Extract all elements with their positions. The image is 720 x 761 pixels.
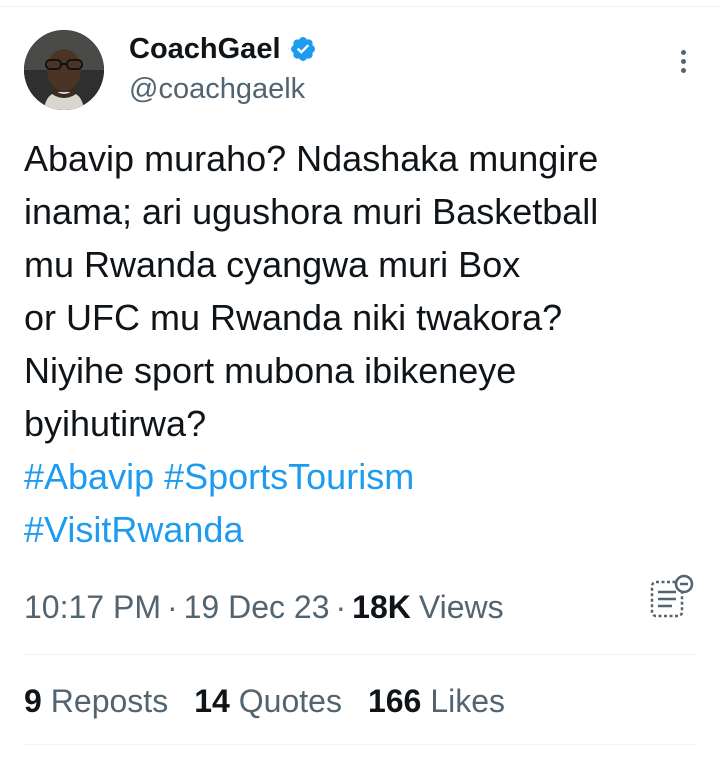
likes-count: 166 — [367, 682, 422, 719]
handle[interactable]: @coachgaelk — [129, 72, 305, 106]
views-label: Views — [418, 588, 504, 625]
hashtag-line[interactable]: #VisitRwanda — [24, 503, 704, 556]
views-count: 18K — [352, 588, 411, 625]
reposts-stat[interactable]: 9 Reposts — [24, 683, 168, 720]
reposts-count: 9 — [24, 682, 42, 719]
meta-separator: · — [166, 588, 178, 625]
name-row: CoachGael — [129, 32, 317, 66]
divider — [24, 654, 696, 655]
quotes-label: Quotes — [238, 682, 342, 719]
tweet-text-line: mu Rwanda cyangwa muri Box — [24, 244, 521, 285]
display-name[interactable]: CoachGael — [129, 32, 281, 66]
tweet-text-line: byihutirwa? — [24, 403, 207, 444]
tweet-date[interactable]: 19 Dec 23 — [184, 589, 330, 626]
divider — [24, 744, 696, 745]
reposts-label: Reposts — [50, 682, 169, 719]
quotes-stat[interactable]: 14 Quotes — [194, 683, 342, 720]
view-analytics-icon[interactable] — [648, 574, 696, 622]
avatar[interactable] — [24, 30, 104, 110]
likes-label: Likes — [430, 682, 506, 719]
verified-badge-icon — [289, 35, 317, 63]
tweet-time[interactable]: 10:17 PM — [24, 589, 161, 626]
tweet-meta: 10:17 PM · 19 Dec 23 · 18K Views — [24, 582, 504, 632]
tweet-text-line: or UFC mu Rwanda niki twakora? — [24, 297, 563, 338]
tweet-stats: 9 Reposts 14 Quotes 166 Likes — [24, 676, 531, 726]
likes-stat[interactable]: 166 Likes — [368, 683, 505, 720]
hashtag-line[interactable]: #Abavip #SportsTourism — [24, 450, 704, 503]
more-vertical-icon[interactable] — [678, 50, 688, 80]
tweet-text-line: inama; ari ugushora muri Basketball — [24, 191, 599, 232]
tweet-header: CoachGael @coachgaelk — [24, 30, 704, 112]
avatar-image — [24, 30, 104, 110]
tweet-text-line: Niyihe sport mubona ibikeneye — [24, 350, 517, 391]
quotes-count: 14 — [194, 682, 230, 719]
top-divider — [0, 6, 720, 7]
tweet-text: Abavip muraho? Ndashaka mungire inama; a… — [24, 132, 704, 556]
meta-separator: · — [335, 588, 347, 625]
tweet-text-line: Abavip muraho? Ndashaka mungire — [24, 138, 599, 179]
